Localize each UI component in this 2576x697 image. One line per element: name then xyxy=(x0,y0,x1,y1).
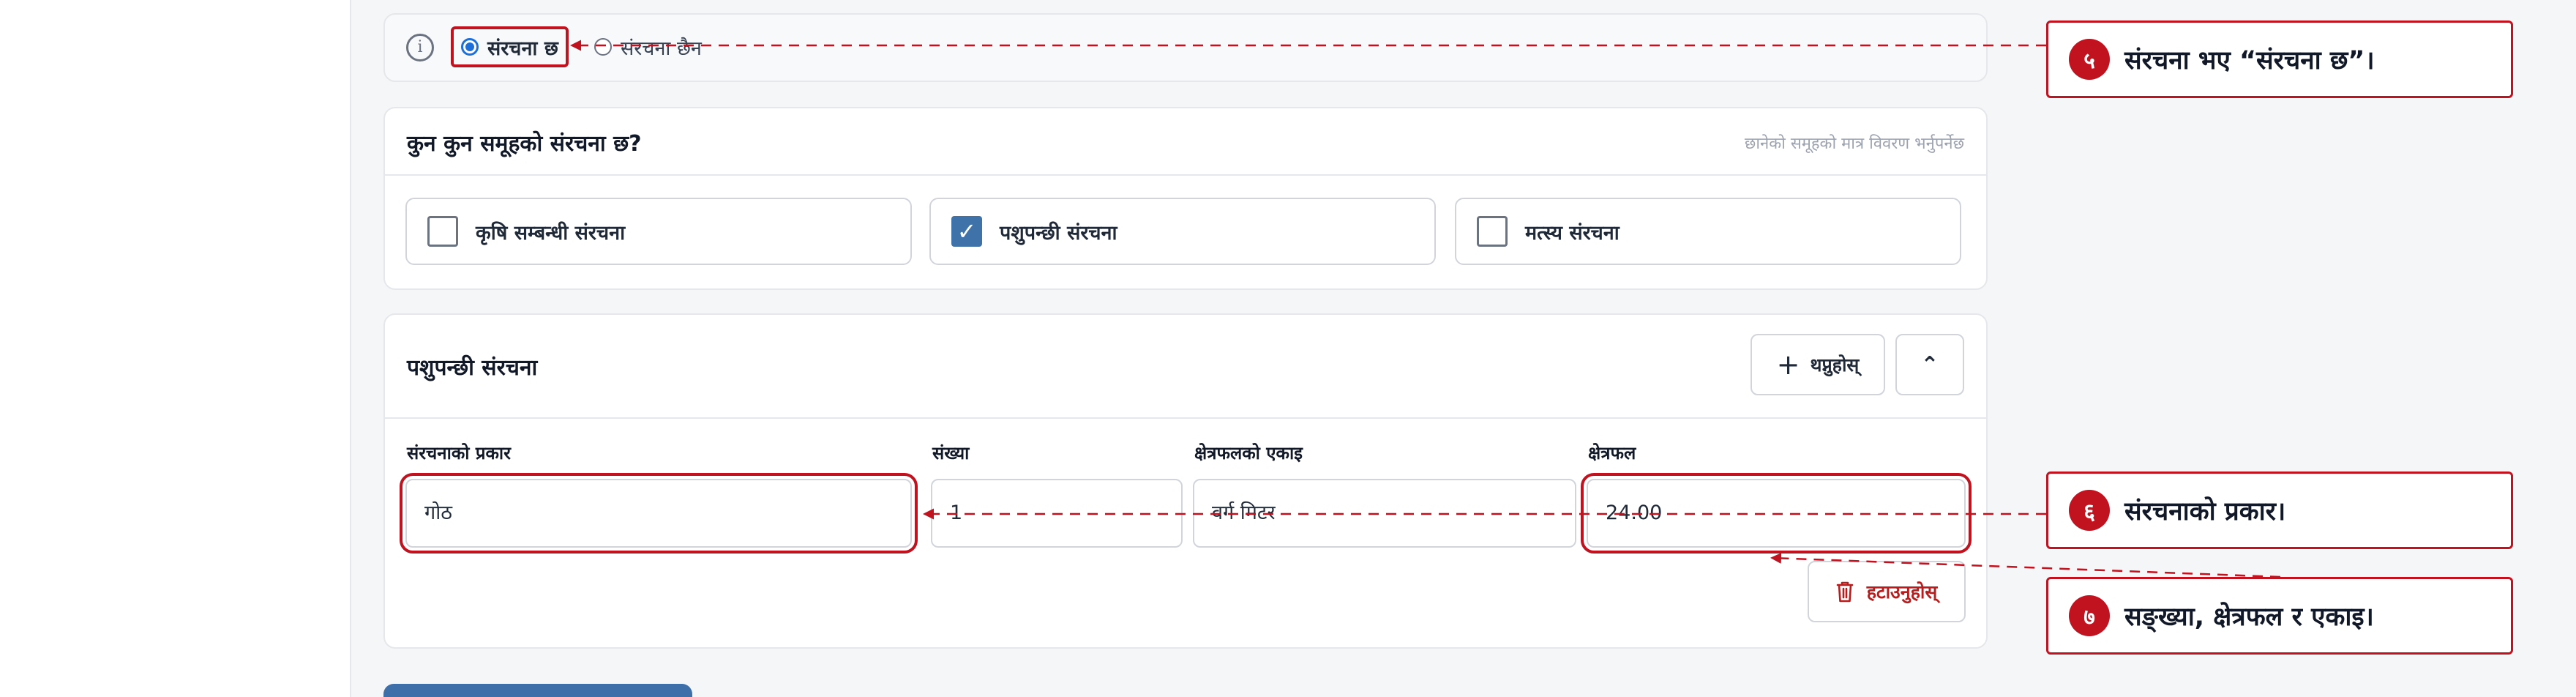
annotation-callout-5: ५ संरचना भए “संरचना छ”। xyxy=(2046,20,2513,98)
checkbox-agriculture-structure[interactable]: कृषि सम्बन्धी संरचना xyxy=(405,198,912,265)
chevron-up-icon: ⌃ xyxy=(1920,351,1939,378)
add-button-label: थप्नुहोस् xyxy=(1810,354,1860,376)
radio-structure-yes-label: संरचना छ xyxy=(487,37,558,60)
annotation-badge-5: ५ xyxy=(2069,39,2110,80)
groups-card-header: कुन कुन समूहको संरचना छ? छानेको समूहको म… xyxy=(385,108,1986,176)
structure-type-select[interactable]: गोठ xyxy=(400,473,918,554)
livestock-structure-card: पशुपन्छी संरचना + थप्नुहोस् ⌃ संरचनाको प… xyxy=(383,313,1988,649)
delete-button-label: हटाउनुहोस् xyxy=(1866,581,1938,603)
checkbox-fish-structure[interactable]: मत्स्य संरचना xyxy=(1455,198,1961,265)
collapse-button[interactable]: ⌃ xyxy=(1895,334,1964,395)
count-input[interactable]: 1 xyxy=(931,479,1183,548)
count-label: संख्या xyxy=(932,443,970,463)
add-button[interactable]: + थप्नुहोस् xyxy=(1751,334,1885,395)
annotation-callout-7: ७ सङ्ख्या, क्षेत्रफल र एकाइ। xyxy=(2046,577,2513,655)
groups-card-title: कुन कुन समूहको संरचना छ? xyxy=(407,131,642,157)
livestock-card-title: पशुपन्छी संरचना xyxy=(407,355,538,381)
delete-button[interactable]: हटाउनुहोस् xyxy=(1808,561,1966,622)
checkbox-unchecked-icon xyxy=(1477,216,1508,247)
radio-structure-yes[interactable]: संरचना छ xyxy=(451,26,569,67)
structure-groups-card: कुन कुन समूहको संरचना छ? छानेको समूहको म… xyxy=(383,107,1988,290)
left-sidebar xyxy=(0,0,351,697)
livestock-card-header: पशुपन्छी संरचना xyxy=(385,315,1986,419)
radio-structure-no-label: संरचना छैन xyxy=(621,37,702,60)
plus-icon: + xyxy=(1776,348,1800,381)
annotation-text-7: सङ्ख्या, क्षेत्रफल र एकाइ। xyxy=(2124,602,2374,632)
info-icon: i xyxy=(406,34,434,61)
checkbox-agriculture-label: कृषि सम्बन्धी संरचना xyxy=(476,221,626,245)
checkbox-fish-label: मत्स्य संरचना xyxy=(1525,221,1620,245)
radio-structure-no[interactable]: संरचना छैन xyxy=(594,26,702,67)
checkbox-livestock-structure[interactable]: ✓ पशुपन्छी संरचना xyxy=(929,198,1436,265)
structure-radio-group: i संरचना छ संरचना छैन xyxy=(383,13,1988,82)
area-unit-select[interactable]: वर्ग मिटर xyxy=(1193,479,1576,548)
annotation-callout-6: ६ संरचनाको प्रकार। xyxy=(2046,471,2513,549)
annotation-badge-7: ७ xyxy=(2069,595,2110,636)
submit-button[interactable] xyxy=(383,684,692,697)
annotation-text-6: संरचनाको प्रकार। xyxy=(2124,496,2286,526)
annotation-badge-6: ६ xyxy=(2069,490,2110,531)
trash-icon xyxy=(1836,581,1854,603)
area-input[interactable]: 24.00 xyxy=(1581,473,1972,554)
checkbox-livestock-label: पशुपन्छी संरचना xyxy=(1000,221,1117,245)
check-icon: ✓ xyxy=(951,216,982,247)
radio-selected-icon xyxy=(461,38,479,56)
area-unit-label: क्षेत्रफलको एकाइ xyxy=(1194,443,1303,463)
area-label: क्षेत्रफल xyxy=(1588,443,1636,463)
annotation-text-5: संरचना भए “संरचना छ”। xyxy=(2124,45,2375,75)
groups-card-note: छानेको समूहको मात्र विवरण भर्नुपर्नेछ xyxy=(1744,135,1964,153)
structure-type-label: संरचनाको प्रकार xyxy=(407,443,511,463)
radio-empty-icon xyxy=(594,38,612,56)
checkbox-unchecked-icon xyxy=(427,216,458,247)
page: i संरचना छ संरचना छैन कुन कुन समूहको संर… xyxy=(0,0,2576,697)
